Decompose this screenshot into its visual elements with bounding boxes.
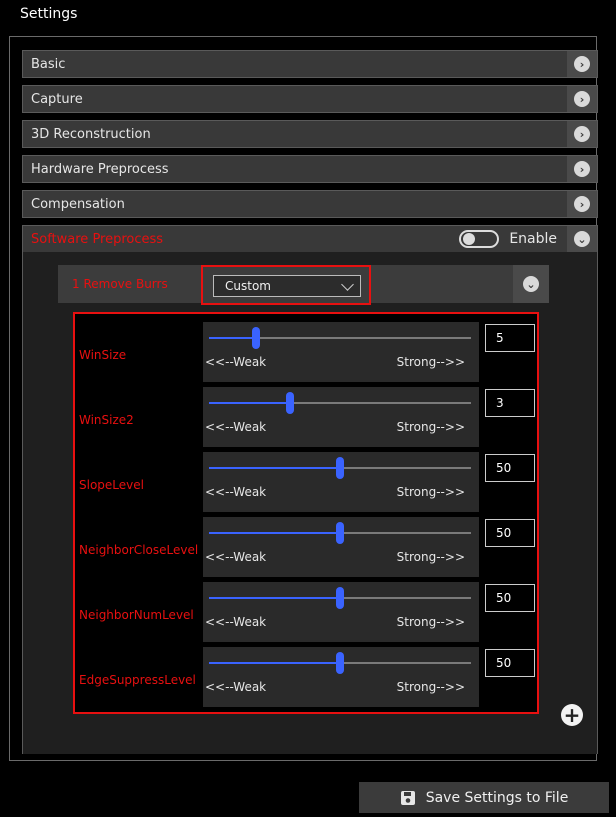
section-software-preprocess[interactable]: Software Preprocess Enable ⌄ (22, 225, 598, 253)
value-input[interactable]: 50 (485, 454, 535, 482)
strong-label: Strong-->> (396, 485, 465, 499)
slider-fill (209, 597, 340, 599)
strong-label: Strong-->> (396, 615, 465, 629)
section-capture[interactable]: Capture › (22, 85, 598, 113)
value-input[interactable]: 5 (485, 324, 535, 352)
section-label: Capture (31, 91, 83, 107)
section-label: Hardware Preprocess (31, 161, 169, 177)
section-compensation[interactable]: Compensation › (22, 190, 598, 218)
slider-container: <<--Weak Strong-->> (203, 452, 479, 512)
param-label: WinSize (79, 348, 127, 362)
slider-thumb[interactable] (336, 457, 344, 479)
remove-burrs-header: 1 Remove Burrs Custom ⌄ (58, 265, 549, 305)
chevron-down-icon (341, 278, 354, 291)
slider-fill (209, 402, 291, 404)
weak-label: <<--Weak (205, 615, 267, 629)
save-label: Save Settings to File (425, 789, 569, 806)
slider-track[interactable] (209, 327, 471, 349)
remove-burrs-title: 1 Remove Burrs (72, 277, 168, 291)
param-label: SlopeLevel (79, 478, 144, 492)
chevron-down-icon: ⌄ (574, 231, 590, 247)
remove-burrs-collapse-button[interactable]: ⌄ (513, 265, 549, 303)
param-label: WinSize2 (79, 413, 134, 427)
slider-thumb[interactable] (252, 327, 261, 349)
weak-label: <<--Weak (205, 355, 267, 369)
weak-label: <<--Weak (205, 550, 267, 564)
value-input[interactable]: 3 (485, 389, 535, 417)
slider-container: <<--Weak Strong-->> (203, 322, 479, 382)
toggle-knob (463, 233, 476, 245)
param-label: EdgeSuppressLevel (79, 673, 196, 687)
expand-button[interactable]: › (567, 86, 597, 112)
weak-label: <<--Weak (205, 680, 267, 694)
save-settings-button[interactable]: Save Settings to File (359, 782, 609, 813)
collapse-button[interactable]: ⌄ (567, 226, 597, 252)
value-input[interactable]: 50 (485, 584, 535, 612)
chevron-right-icon: › (574, 91, 590, 107)
slider-fill (209, 467, 340, 469)
page-title: Settings (20, 6, 78, 22)
add-button[interactable]: + (561, 704, 583, 726)
slider-track[interactable] (209, 392, 471, 414)
chevron-right-icon: › (574, 161, 590, 177)
expand-button[interactable]: › (567, 156, 597, 182)
section-label: Software Preprocess (31, 231, 164, 247)
floppy-disk-icon (400, 790, 415, 805)
strong-label: Strong-->> (396, 550, 465, 564)
slider-fill (209, 662, 340, 664)
slider-container: <<--Weak Strong-->> (203, 582, 479, 642)
chevron-down-icon: ⌄ (523, 276, 539, 292)
slider-thumb[interactable] (336, 652, 344, 674)
slider-container: <<--Weak Strong-->> (203, 647, 479, 707)
strong-label: Strong-->> (396, 355, 465, 369)
section-basic[interactable]: Basic › (22, 50, 598, 78)
enable-label: Enable (509, 231, 557, 247)
section-hardware-preprocess[interactable]: Hardware Preprocess › (22, 155, 598, 183)
slider-container: <<--Weak Strong-->> (203, 517, 479, 577)
section-label: Basic (31, 56, 66, 72)
mode-value: Custom (225, 279, 271, 293)
enable-toggle[interactable] (459, 230, 500, 248)
slider-track[interactable] (209, 652, 471, 674)
section-3d-reconstruction[interactable]: 3D Reconstruction › (22, 120, 598, 148)
slider-thumb[interactable] (336, 522, 344, 544)
slider-fill (209, 532, 340, 534)
mode-dropdown[interactable]: Custom (213, 275, 361, 297)
chevron-right-icon: › (574, 126, 590, 142)
strong-label: Strong-->> (396, 420, 465, 434)
slider-thumb[interactable] (336, 587, 344, 609)
plus-icon: + (563, 703, 581, 727)
expand-button[interactable]: › (567, 121, 597, 147)
value-input[interactable]: 50 (485, 519, 535, 547)
param-label: NeighborCloseLevel (79, 543, 199, 557)
params-box: WinSize <<--Weak Strong-->> 5 WinSize2 <<--We… (73, 312, 539, 714)
chevron-right-icon: › (574, 56, 590, 72)
slider-track[interactable] (209, 522, 471, 544)
chevron-right-icon: › (574, 196, 590, 212)
mode-highlight: Custom (201, 265, 371, 305)
section-label: Compensation (31, 196, 125, 212)
weak-label: <<--Weak (205, 420, 267, 434)
strong-label: Strong-->> (396, 680, 465, 694)
value-input[interactable]: 50 (485, 649, 535, 677)
param-label: NeighborNumLevel (79, 608, 194, 622)
expand-button[interactable]: › (567, 191, 597, 217)
expand-button[interactable]: › (567, 51, 597, 77)
section-label: 3D Reconstruction (31, 126, 151, 142)
slider-fill (209, 337, 257, 339)
slider-track[interactable] (209, 587, 471, 609)
weak-label: <<--Weak (205, 485, 267, 499)
slider-thumb[interactable] (286, 392, 295, 414)
slider-track[interactable] (209, 457, 471, 479)
slider-container: <<--Weak Strong-->> (203, 387, 479, 447)
